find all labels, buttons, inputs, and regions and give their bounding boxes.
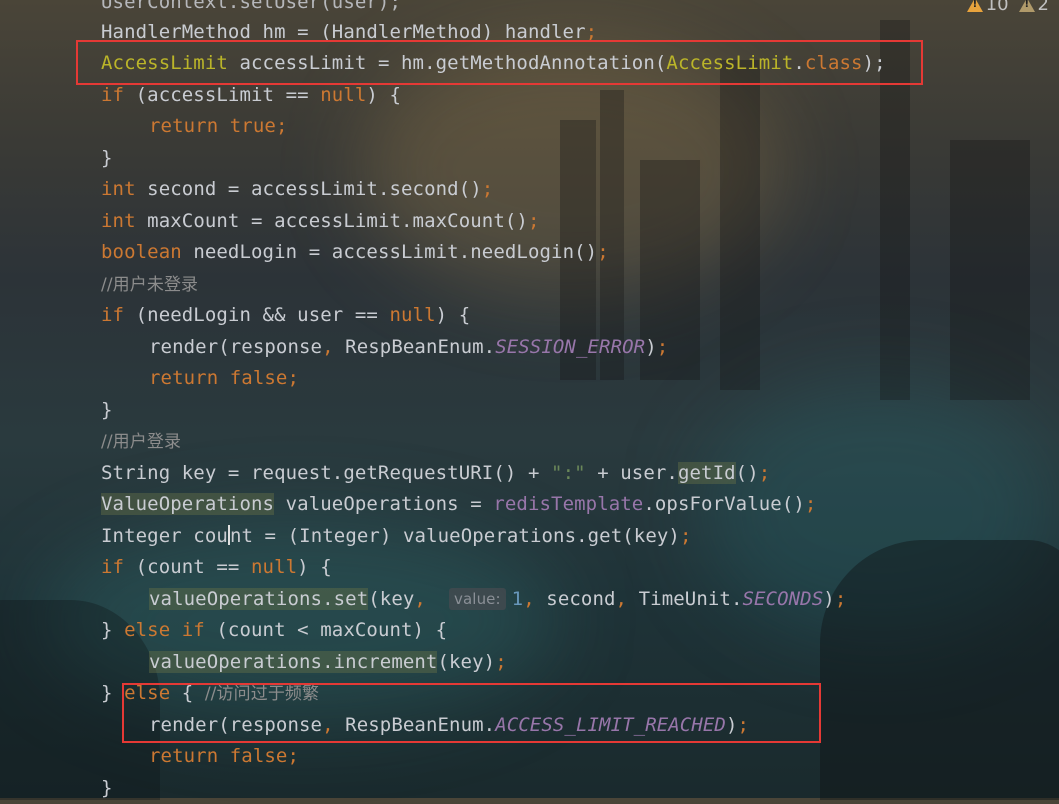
code-line-5: } (101, 147, 113, 169)
code-line-20: } else if (count < maxCount) { (101, 619, 448, 641)
code-line-8: boolean needLogin = accessLimit.needLogi… (101, 241, 609, 263)
code-line-4: return true; (149, 115, 288, 137)
code-comment-user-not-logged-in: //用户未登录 (101, 275, 199, 295)
code-line-18: if (count == null) { (101, 556, 332, 578)
code-line-7: int maxCount = accessLimit.maxCount(); (101, 210, 540, 232)
code-editor[interactable]: UserContext.setUser(user); HandlerMethod… (0, 0, 1059, 799)
code-line-21: valueOperations.increment(key); (149, 651, 507, 673)
inspection-indicators[interactable]: 10 2 (966, 0, 1049, 15)
code-comment-user-logged-in: //用户登录 (101, 432, 182, 452)
code-line-25: } (101, 777, 113, 799)
code-line-19: valueOperations.set(key, value: 1, second… (149, 588, 847, 610)
code-line-0: UserContext.setUser(user); (101, 0, 402, 13)
code-line-13: } (101, 399, 113, 421)
code-line-6: int second = accessLimit.second(); (101, 178, 494, 200)
weak-warnings-indicator[interactable]: 2 (1018, 0, 1049, 15)
weak-warning-icon (1018, 0, 1035, 12)
code-line-16: ValueOperations valueOperations = redisT… (101, 493, 817, 515)
warnings-indicator[interactable]: 10 (966, 0, 1009, 15)
warning-icon (966, 0, 983, 12)
code-line-24: return false; (149, 745, 300, 767)
code-line-12: return false; (149, 367, 300, 389)
highlight-box-annotation-line (76, 40, 923, 85)
code-line-15: String key = request.getRequestURI() + "… (101, 462, 771, 484)
code-line-10: if (needLogin && user == null) { (101, 304, 471, 326)
parameter-hint-value: value: (449, 588, 506, 610)
code-line-17: Integer cou nt = (Integer) valueOperation… (101, 525, 692, 547)
highlight-box-limit-reached (122, 683, 821, 743)
code-line-11: render(response, RespBeanEnum.SESSION_ER… (149, 336, 669, 358)
